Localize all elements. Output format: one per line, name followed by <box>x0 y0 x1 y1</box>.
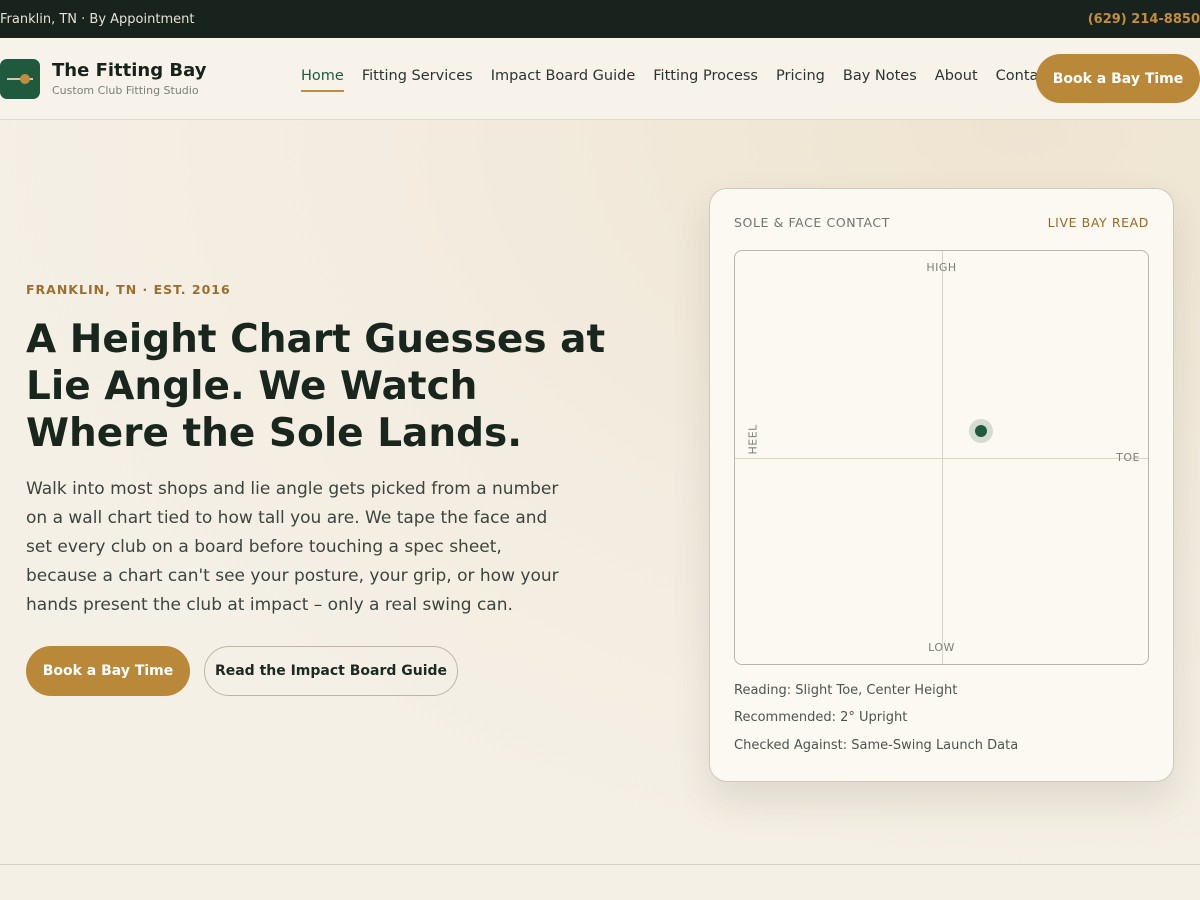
label-low: LOW <box>928 641 955 654</box>
main-nav: Home Fitting Services Impact Board Guide… <box>301 68 1052 92</box>
nav-pricing[interactable]: Pricing <box>776 68 825 92</box>
brand-name[interactable]: The Fitting Bay <box>52 60 206 81</box>
hero-headline: A Height Chart Guesses at Lie Angle. We … <box>26 317 606 456</box>
hero-eyebrow: FRANKLIN, TN · EST. 2016 <box>26 282 231 297</box>
next-section <box>0 865 1200 900</box>
horizontal-axis <box>735 458 1148 459</box>
nav-impact-board-guide[interactable]: Impact Board Guide <box>491 68 636 92</box>
nav-home[interactable]: Home <box>301 68 344 92</box>
read-impact-guide-button[interactable]: Read the Impact Board Guide <box>204 646 458 696</box>
top-info-bar: Franklin, TN · By Appointment (629) 214-… <box>0 0 1200 38</box>
book-bay-time-header-button[interactable]: Book a Bay Time <box>1036 54 1200 103</box>
book-bay-time-button[interactable]: Book a Bay Time <box>26 646 190 696</box>
reading-line: Reading: Slight Toe, Center Height <box>734 683 958 698</box>
impact-board: HIGH LOW TOE HEEL <box>734 250 1149 665</box>
phone-link[interactable]: (629) 214-8850 <box>1088 12 1200 27</box>
label-heel: HEEL <box>746 424 760 455</box>
impact-marker <box>968 418 993 443</box>
brand-tagline: Custom Club Fitting Studio <box>52 84 199 97</box>
nav-fitting-services[interactable]: Fitting Services <box>362 68 473 92</box>
recommendation-line: Recommended: 2° Upright <box>734 710 908 725</box>
impact-board-card: SOLE & FACE CONTACT LIVE BAY READ HIGH L… <box>709 188 1174 782</box>
location-text: Franklin, TN · By Appointment <box>0 11 195 27</box>
live-read-label: LIVE BAY READ <box>1047 215 1149 230</box>
nav-fitting-process[interactable]: Fitting Process <box>653 68 758 92</box>
nav-bay-notes[interactable]: Bay Notes <box>843 68 917 92</box>
card-title: SOLE & FACE CONTACT <box>734 215 890 230</box>
logo-icon[interactable] <box>0 59 40 99</box>
checked-against-line: Checked Against: Same-Swing Launch Data <box>734 738 1019 753</box>
site-header: The Fitting Bay Custom Club Fitting Stud… <box>0 38 1200 120</box>
label-toe: TOE <box>1116 451 1140 464</box>
hero-body: Walk into most shops and lie angle gets … <box>26 479 559 615</box>
label-high: HIGH <box>926 261 957 274</box>
nav-about[interactable]: About <box>935 68 978 92</box>
